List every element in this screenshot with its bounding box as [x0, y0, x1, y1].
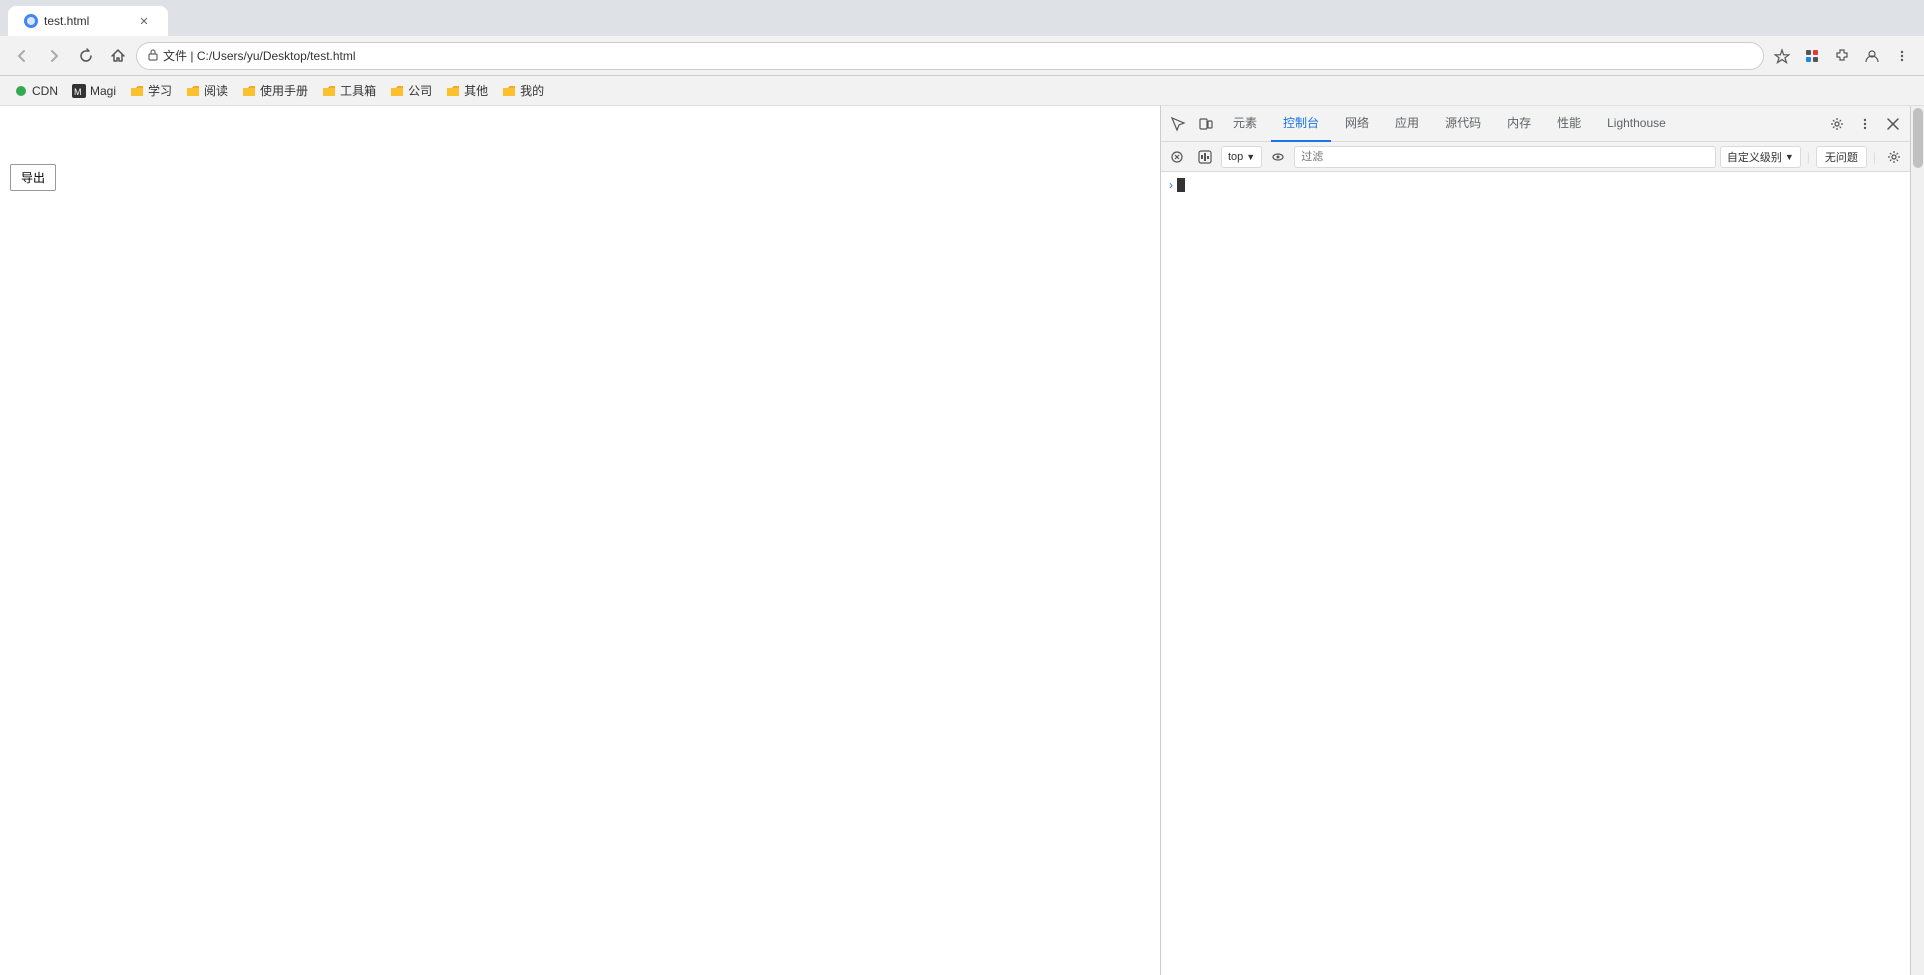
address-url-text: 文件 | C:/Users/yu/Desktop/test.html	[163, 47, 1753, 64]
bookmark-company-label: 公司	[408, 82, 432, 99]
folder-read-icon	[186, 84, 200, 98]
navigation-bar: 文件 | C:/Users/yu/Desktop/test.html	[0, 36, 1924, 76]
bookmark-others[interactable]: 其他	[440, 80, 494, 101]
bookmark-study[interactable]: 学习	[124, 80, 178, 101]
devtools-toolbar: top ▼ 自定义级别 ▼ | 无问题 |	[1161, 142, 1910, 172]
puzzle-extension-button[interactable]	[1828, 42, 1856, 70]
console-filter-input[interactable]	[1294, 146, 1716, 168]
browser-tab[interactable]: test.html ✕	[8, 6, 168, 36]
console-cursor	[1177, 178, 1185, 192]
context-selector-value: top	[1228, 151, 1243, 163]
bookmark-star-button[interactable]	[1768, 42, 1796, 70]
back-button[interactable]	[8, 42, 36, 70]
nav-right-buttons	[1768, 42, 1916, 70]
eye-filter-button[interactable]	[1266, 145, 1290, 169]
devtools-close-button[interactable]	[1880, 111, 1906, 137]
devtools-settings-button[interactable]	[1824, 111, 1850, 137]
folder-mine-icon	[502, 84, 516, 98]
devtools-more-button[interactable]	[1852, 111, 1878, 137]
console-prompt-line[interactable]: ›	[1161, 176, 1910, 194]
bookmark-read[interactable]: 阅读	[180, 80, 234, 101]
extension-button[interactable]	[1798, 42, 1826, 70]
devtools-tab-application[interactable]: 应用	[1383, 106, 1431, 142]
folder-tools-icon	[322, 84, 336, 98]
tab-close-button[interactable]: ✕	[136, 13, 152, 29]
browser-frame: test.html ✕ 文件 | C:/Users/yu/Desktop/tes…	[0, 0, 1924, 975]
address-lock-icon	[147, 48, 159, 64]
bookmark-tools-label: 工具箱	[340, 82, 376, 99]
context-dropdown-arrow: ▼	[1246, 152, 1255, 162]
cdn-icon	[14, 84, 28, 98]
tab-bar: test.html ✕	[0, 0, 1924, 36]
severity-dropdown-arrow: ▼	[1785, 152, 1794, 162]
tab-title: test.html	[44, 14, 132, 28]
context-selector[interactable]: top ▼	[1221, 146, 1262, 168]
severity-selector[interactable]: 自定义级别 ▼	[1720, 146, 1801, 168]
bookmarks-bar: CDN M Magi 学习 阅读 使用手册	[0, 76, 1924, 106]
bookmark-magi-label: Magi	[90, 84, 116, 98]
devtools-inspect-button[interactable]	[1165, 111, 1191, 137]
bookmark-read-label: 阅读	[204, 82, 228, 99]
devtools-tab-sources[interactable]: 源代码	[1433, 106, 1493, 142]
scrollbar-thumb[interactable]	[1913, 108, 1923, 168]
bookmark-mine-label: 我的	[520, 82, 544, 99]
devtools-tab-lighthouse[interactable]: Lighthouse	[1595, 106, 1678, 142]
console-filter-button[interactable]	[1193, 145, 1217, 169]
main-area: 导出 元素 控制台 网络	[0, 106, 1924, 975]
devtools-tab-console[interactable]: 控制台	[1271, 106, 1331, 142]
bookmark-cdn-label: CDN	[32, 84, 58, 98]
folder-others-icon	[446, 84, 460, 98]
toolbar-divider-2: |	[1873, 150, 1876, 164]
console-settings-button[interactable]	[1882, 145, 1906, 169]
console-content: ›	[1161, 172, 1910, 975]
forward-button[interactable]	[40, 42, 68, 70]
folder-manual-icon	[242, 84, 256, 98]
magi-icon: M	[72, 84, 86, 98]
bookmark-study-label: 学习	[148, 82, 172, 99]
address-path: C:/Users/yu/Desktop/test.html	[197, 49, 356, 63]
console-chevron-icon: ›	[1169, 178, 1173, 192]
devtools-header-icons	[1824, 111, 1906, 137]
refresh-button[interactable]	[72, 42, 100, 70]
devtools-tab-memory[interactable]: 内存	[1495, 106, 1543, 142]
bookmark-magi[interactable]: M Magi	[66, 82, 122, 100]
bookmark-others-label: 其他	[464, 82, 488, 99]
no-issues-badge: 无问题	[1816, 146, 1867, 168]
devtools-device-button[interactable]	[1193, 111, 1219, 137]
browser-scrollbar[interactable]	[1910, 106, 1924, 975]
export-button[interactable]: 导出	[10, 164, 56, 191]
devtools-tab-performance[interactable]: 性能	[1545, 106, 1593, 142]
no-issues-label: 无问题	[1825, 149, 1858, 165]
bookmark-company[interactable]: 公司	[384, 80, 438, 101]
svg-text:M: M	[74, 87, 82, 97]
severity-label: 自定义级别	[1727, 149, 1782, 165]
export-button-container: 导出	[10, 164, 56, 191]
bookmark-manual-label: 使用手册	[260, 82, 308, 99]
devtools-tab-elements[interactable]: 元素	[1221, 106, 1269, 142]
profile-button[interactable]	[1858, 42, 1886, 70]
page-content: 导出	[0, 106, 1160, 975]
bookmark-manual[interactable]: 使用手册	[236, 80, 314, 101]
scrollbar-track[interactable]	[1911, 106, 1924, 975]
tab-favicon	[24, 14, 38, 28]
folder-study-icon	[130, 84, 144, 98]
bookmark-mine[interactable]: 我的	[496, 80, 550, 101]
folder-company-icon	[390, 84, 404, 98]
menu-button[interactable]	[1888, 42, 1916, 70]
bookmark-tools[interactable]: 工具箱	[316, 80, 382, 101]
toolbar-divider: |	[1807, 150, 1810, 164]
home-button[interactable]	[104, 42, 132, 70]
devtools-tab-network[interactable]: 网络	[1333, 106, 1381, 142]
console-clear-button[interactable]	[1165, 145, 1189, 169]
devtools-tab-bar: 元素 控制台 网络 应用 源代码 内存 性能	[1161, 106, 1910, 142]
devtools-panel: 元素 控制台 网络 应用 源代码 内存 性能	[1160, 106, 1910, 975]
bookmark-cdn[interactable]: CDN	[8, 82, 64, 100]
address-bar[interactable]: 文件 | C:/Users/yu/Desktop/test.html	[136, 42, 1764, 70]
address-protocol: 文件	[163, 49, 187, 63]
